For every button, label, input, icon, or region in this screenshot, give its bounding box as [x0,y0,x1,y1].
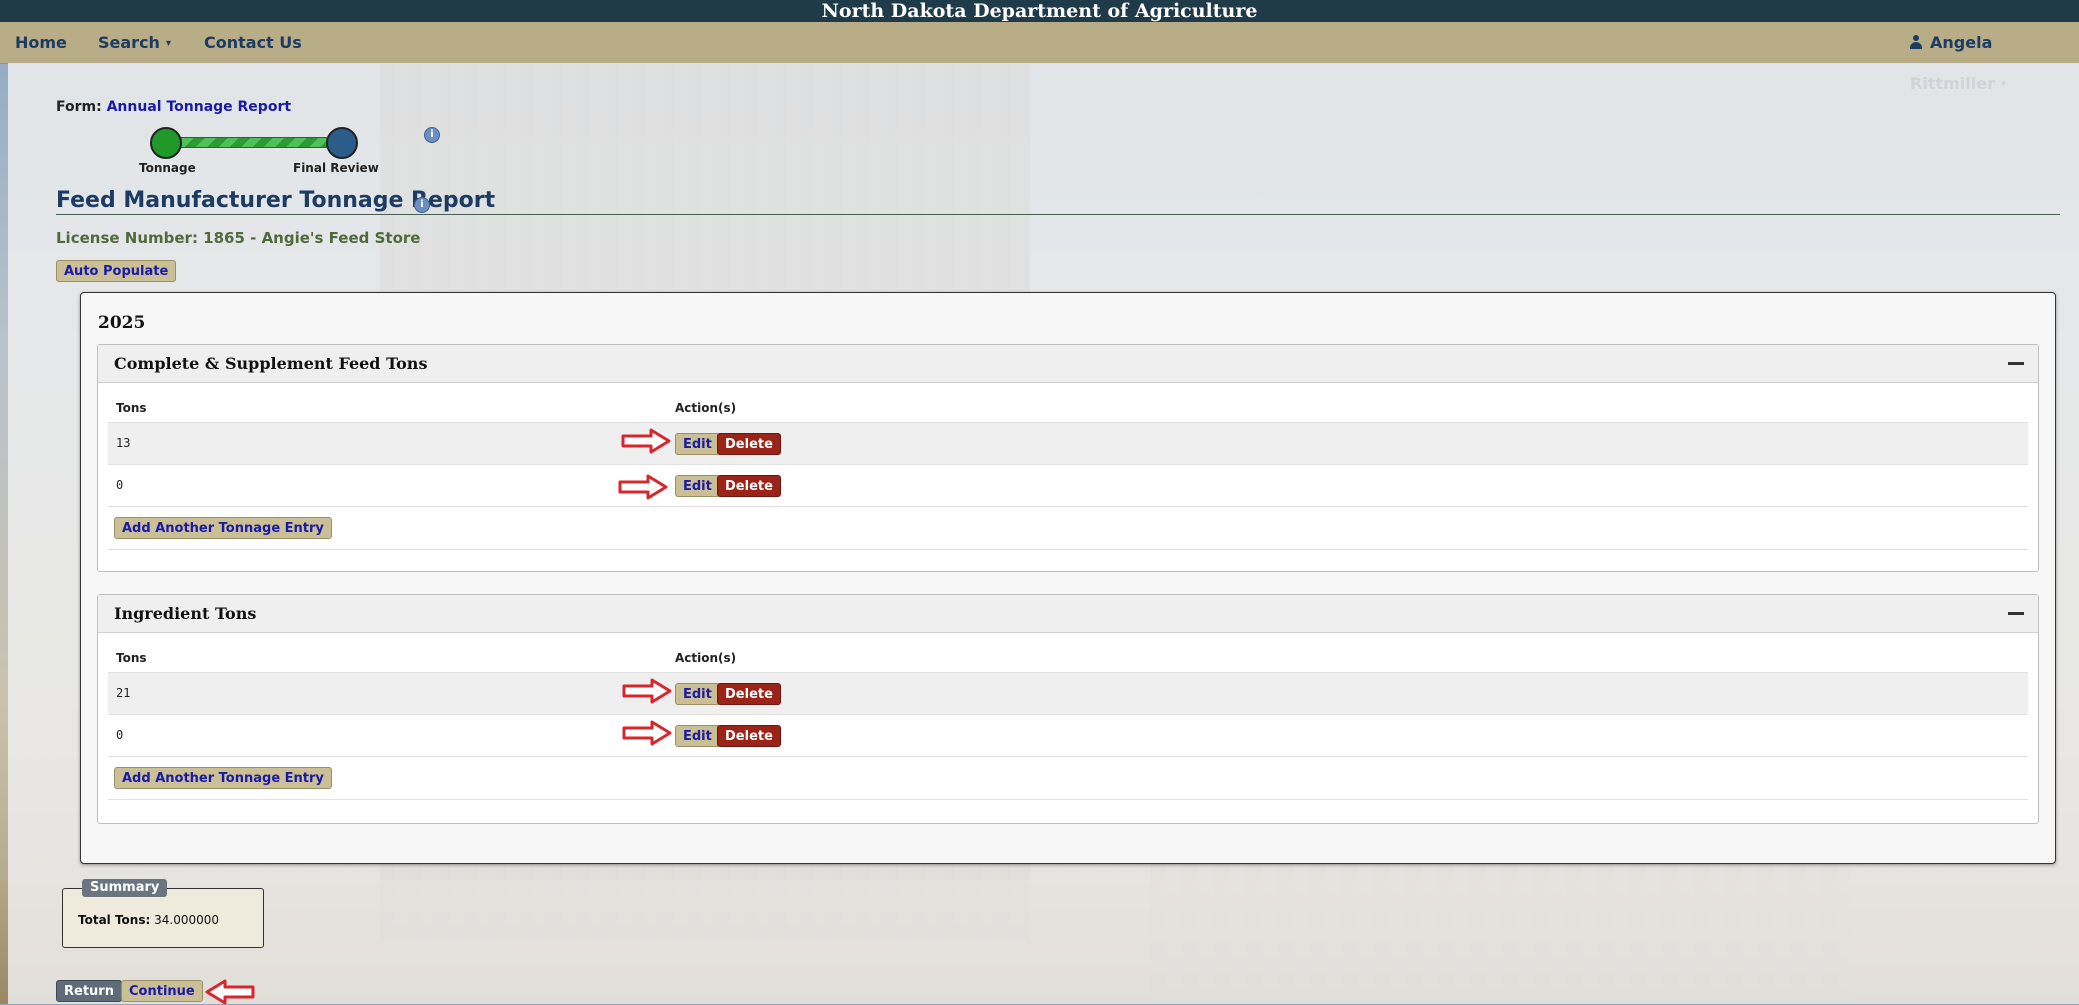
arrow-right-icon [622,678,672,704]
edit-button[interactable]: Edit [675,725,720,747]
summary-total-label: Total Tons: [78,913,151,927]
complete-feed-panel: Complete & Supplement Feed Tons Tons Act… [97,344,2039,572]
tons-value: 0 [116,478,124,492]
info-icon[interactable]: i [414,197,430,213]
panel-header: Complete & Supplement Feed Tons [98,345,2038,383]
ingredient-panel: Ingredient Tons Tons Action(s) 21 Edit D… [97,594,2039,824]
summary-total-value: 34.000000 [154,913,220,927]
year-label: 2025 [98,313,146,333]
form-name-link[interactable]: Annual Tonnage Report [107,99,291,115]
step-final-review-dot[interactable] [326,127,358,159]
app-title: North Dakota Department of Agriculture [0,0,2079,22]
continue-button[interactable]: Continue [121,980,203,1002]
user-icon [1910,35,1922,49]
column-header-tons: Tons [116,401,147,415]
edit-button[interactable]: Edit [675,475,720,497]
license-number: License Number: 1865 - Angie's Feed Stor… [56,229,421,247]
top-nav: Home Search ▾ Contact Us Angela Rittmille… [0,22,2079,93]
column-header-actions: Action(s) [675,401,737,415]
column-header-tons: Tons [116,651,147,665]
step-tonnage-dot[interactable] [150,127,182,159]
panel-title: Complete & Supplement Feed Tons [114,354,428,373]
panel-header: Ingredient Tons [98,595,2038,633]
add-tonnage-entry-button[interactable]: Add Another Tonnage Entry [114,517,332,539]
form-label: Form: Annual Tonnage Report [56,99,291,115]
arrow-right-icon [622,720,672,746]
info-icon[interactable]: i [424,127,440,143]
return-button[interactable]: Return [56,980,122,1002]
tons-value: 21 [116,686,131,700]
arrow-right-icon [621,428,671,454]
table-row: 21 Edit Delete [108,672,2028,715]
arrow-left-icon [205,979,255,1005]
step-label-tonnage: Tonnage [139,161,196,175]
collapse-icon[interactable] [2008,362,2024,365]
form-label-text: Form: [56,99,102,115]
table-row: 0 Edit Delete [108,714,2028,757]
page-title-text: Feed Manufacturer Tonnage Report [56,188,496,213]
collapse-icon[interactable] [2008,612,2024,615]
delete-button[interactable]: Delete [717,433,781,455]
arrow-right-icon [618,474,668,500]
nav-search[interactable]: Search ▾ [98,22,171,63]
table-row: 13 Edit Delete [108,422,2028,465]
nav-search-label: Search [98,33,160,52]
step-label-final-review: Final Review [293,161,379,175]
delete-button[interactable]: Delete [717,725,781,747]
nav-home[interactable]: Home [15,22,67,63]
year-panel: 2025 Complete & Supplement Feed Tons Ton… [80,292,2056,864]
user-menu[interactable]: Angela Rittmiller▾ [1910,22,2079,93]
progress-tracker [150,127,360,159]
add-row: Add Another Tonnage Entry [108,756,2028,800]
delete-button[interactable]: Delete [717,683,781,705]
edit-button[interactable]: Edit [675,433,720,455]
page-title: Feed Manufacturer Tonnage Report [56,188,495,213]
title-divider [56,214,2060,215]
tons-value: 13 [116,436,131,450]
summary-total: Total Tons: 34.000000 [78,913,219,927]
edit-button[interactable]: Edit [675,683,720,705]
chevron-down-icon: ▾ [165,38,171,49]
table-row: 0 Edit Delete [108,464,2028,507]
progress-bar [170,137,344,148]
main-content: Form: Annual Tonnage Report Tonnage Fina… [8,63,2079,1005]
add-row: Add Another Tonnage Entry [108,506,2028,550]
panel-title: Ingredient Tons [114,604,257,623]
summary-legend: Summary [82,879,168,897]
auto-populate-button[interactable]: Auto Populate [56,260,177,282]
nav-contact[interactable]: Contact Us [204,22,302,63]
tons-value: 0 [116,728,124,742]
delete-button[interactable]: Delete [717,475,781,497]
column-header-actions: Action(s) [675,651,737,665]
add-tonnage-entry-button[interactable]: Add Another Tonnage Entry [114,767,332,789]
